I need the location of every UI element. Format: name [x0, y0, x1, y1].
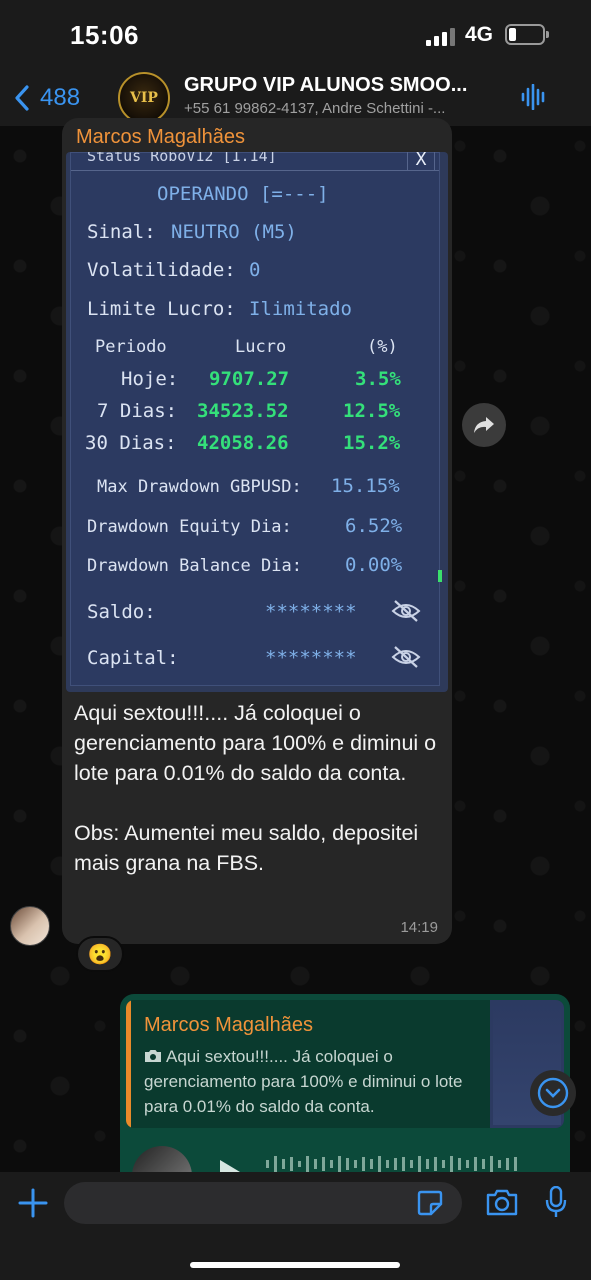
share-arrow-icon — [474, 417, 494, 433]
row-percent: 15.2% — [343, 432, 401, 454]
signal-value: NEUTRO (M5) — [171, 221, 297, 243]
message-bubble-incoming[interactable]: Marcos Magalhães Status RoboV12 [1.14] X… — [62, 118, 452, 944]
message-bubble-outgoing[interactable]: Marcos Magalhães Aqui sextou!!!.... Já c… — [120, 994, 570, 1194]
status-bar: 15:06 4G — [0, 0, 591, 70]
col-period: Periodo — [95, 337, 167, 357]
camera-icon — [145, 1050, 161, 1062]
quote-sender: Marcos Magalhães — [144, 1014, 313, 1036]
forward-button[interactable] — [462, 403, 506, 447]
drawdown-balance-value: 0.00% — [345, 554, 403, 576]
row-percent: 12.5% — [343, 400, 401, 422]
balance-label: Saldo: — [87, 601, 156, 623]
row-profit: 9707.27 — [209, 368, 290, 390]
profit-limit-label: Limite Lucro: — [87, 298, 236, 320]
row-percent: 3.5% — [355, 368, 401, 390]
message-image[interactable]: Status RoboV12 [1.14] X OPERANDO [=---] … — [66, 152, 448, 692]
group-title[interactable]: GRUPO VIP ALUNOS SMOO... — [184, 74, 504, 97]
capital-hidden-value: ******** — [265, 647, 357, 669]
message-text: Aqui sextou!!!.... Já coloquei o gerenci… — [74, 701, 437, 875]
row-profit: 34523.52 — [197, 400, 289, 422]
quote-text: Aqui sextou!!!.... Já coloquei o gerenci… — [144, 1044, 464, 1119]
capital-label: Capital: — [87, 647, 179, 669]
scroll-to-bottom-button[interactable] — [530, 1070, 576, 1116]
eye-off-icon — [391, 600, 421, 622]
quote-body: Aqui sextou!!!.... Já coloquei o gerenci… — [144, 1047, 463, 1116]
sender-avatar[interactable] — [10, 906, 50, 946]
signal-label: Sinal: — [87, 221, 156, 243]
robot-status-panel: Status RoboV12 [1.14] X OPERANDO [=---] … — [70, 152, 440, 686]
balance-hidden-value: ******** — [265, 601, 357, 623]
profit-limit-value: Ilimitado — [249, 298, 352, 320]
scroll-indicator — [438, 570, 442, 582]
volatility-label: Volatilidade: — [87, 259, 236, 281]
panel-close-icon: X — [407, 152, 435, 171]
signal-icon — [426, 28, 456, 46]
row-profit: 42058.26 — [197, 432, 289, 454]
volatility-value: 0 — [249, 259, 261, 281]
operating-status: OPERANDO [=---] — [157, 183, 329, 205]
clock: 15:06 — [70, 20, 139, 50]
message-input[interactable] — [64, 1182, 462, 1224]
max-drawdown-label: Max Drawdown GBPUSD: — [97, 477, 302, 497]
max-drawdown-value: 15.15% — [331, 475, 400, 497]
back-button[interactable]: 488 — [14, 78, 80, 118]
drawdown-equity-value: 6.52% — [345, 515, 403, 537]
col-percent: (%) — [367, 337, 398, 357]
group-members[interactable]: +55 61 99862-4137, Andre Schettini -... — [184, 100, 504, 117]
message-time: 14:19 — [400, 919, 438, 936]
chevron-down-icon — [537, 1077, 569, 1109]
quote-accent-bar — [126, 1000, 131, 1128]
drawdown-equity-label: Drawdown Equity Dia: — [87, 517, 292, 537]
message-sender[interactable]: Marcos Magalhães — [76, 126, 245, 149]
eye-off-icon — [391, 646, 421, 668]
reaction-badge[interactable]: 😮 — [76, 936, 124, 972]
drawdown-balance-label: Drawdown Balance Dia: — [87, 556, 302, 576]
row-period: 30 Dias: — [85, 432, 177, 454]
battery-icon — [505, 24, 549, 45]
quoted-message[interactable]: Marcos Magalhães Aqui sextou!!!.... Já c… — [126, 1000, 564, 1128]
sticker-icon[interactable] — [417, 1190, 443, 1216]
microphone-icon[interactable] — [545, 1186, 567, 1218]
network-type: 4G — [465, 23, 494, 46]
group-avatar[interactable]: VIP — [118, 72, 170, 124]
row-period: 7 Dias: — [97, 400, 178, 422]
voice-waveform[interactable] — [266, 1154, 556, 1174]
plus-icon[interactable] — [16, 1186, 50, 1220]
unread-count: 488 — [40, 84, 81, 111]
camera-icon[interactable] — [486, 1188, 518, 1216]
home-indicator — [190, 1262, 400, 1268]
col-profit: Lucro — [235, 337, 287, 357]
row-period: Hoje: — [121, 368, 179, 390]
panel-title: Status RoboV12 [1.14] — [71, 152, 439, 171]
avatar-logo-text: VIP — [130, 90, 158, 106]
chevron-left-icon — [15, 85, 29, 111]
audio-call-icon[interactable] — [520, 84, 548, 110]
